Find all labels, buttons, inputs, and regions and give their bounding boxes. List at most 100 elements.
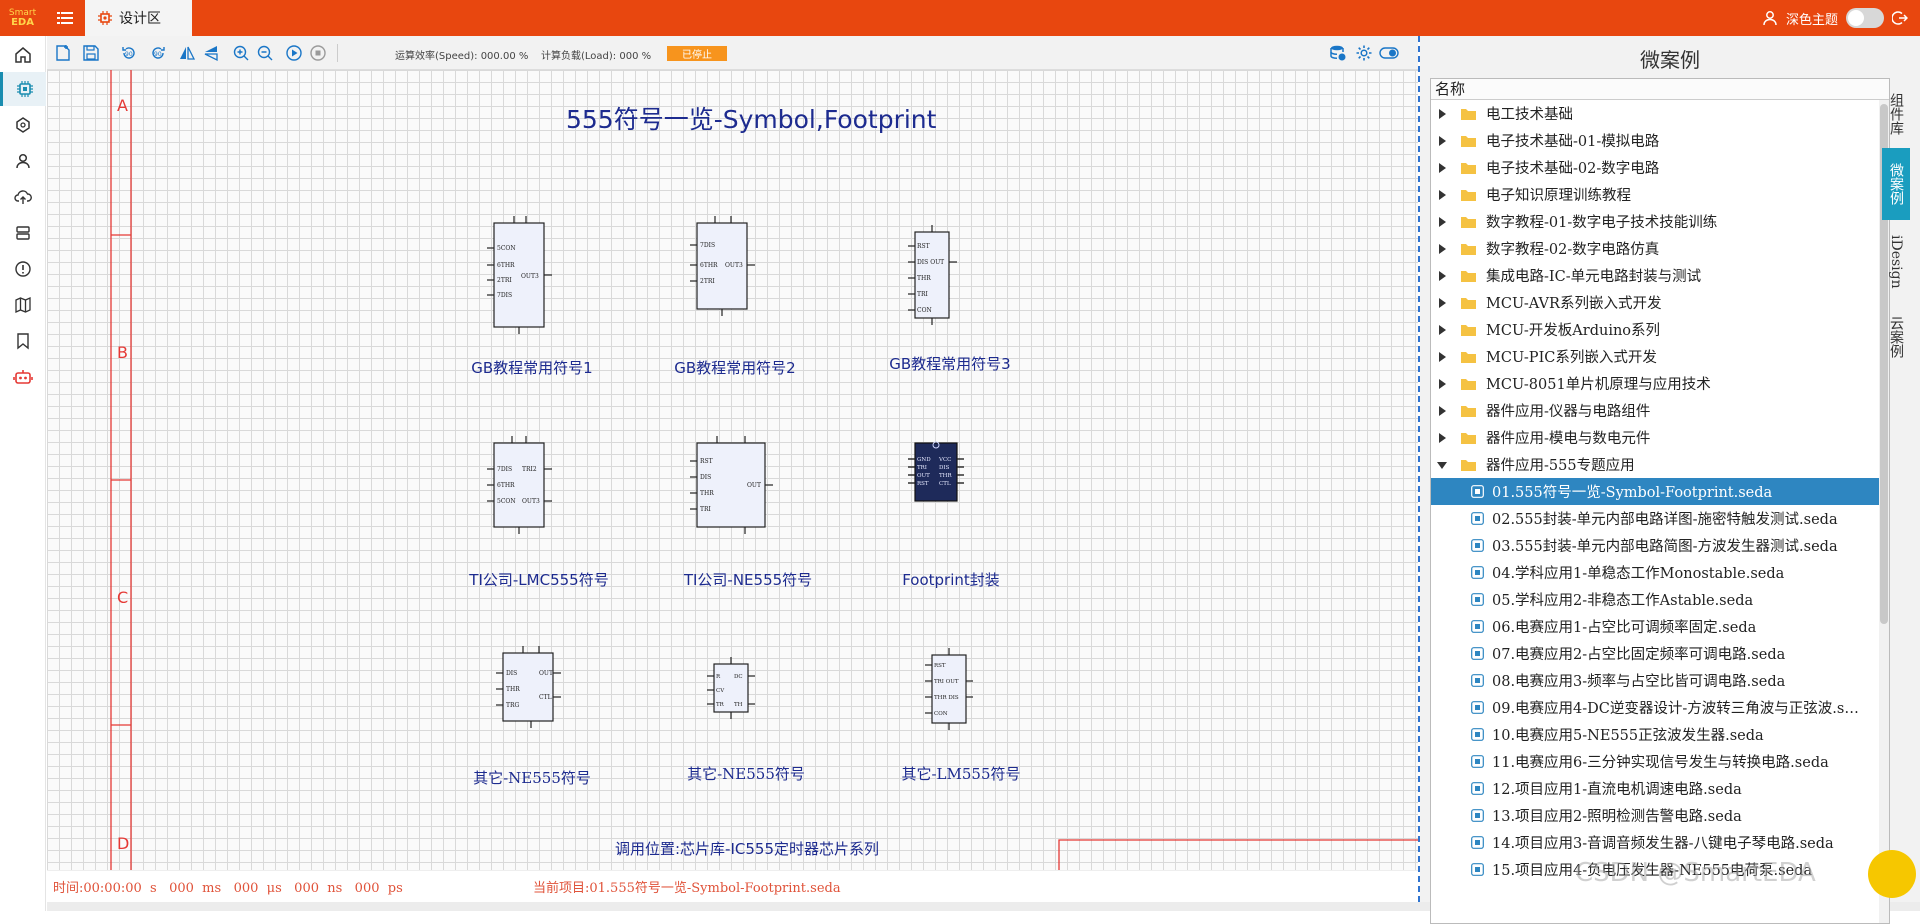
sidebar-item-info[interactable] [0,252,46,286]
chevron-right-icon[interactable] [1437,351,1447,362]
chevron-right-icon[interactable] [1437,270,1447,281]
flip-vertical-button[interactable] [201,43,221,63]
tree-file-selected[interactable]: 01.555符号一览-Symbol-Footprint.seda [1431,478,1889,505]
view-toggle-button[interactable] [1379,43,1399,63]
tree-file[interactable]: 02.555封装-单元内部电路详图-施密特触发测试.seda [1431,505,1889,532]
zoom-out-button[interactable] [255,43,275,63]
chip-symbol-gb2[interactable]: 7DIS 6THR 2TRI OUT3 [690,216,755,316]
database-button[interactable] [1328,43,1348,63]
tree-file[interactable]: 06.电赛应用1-占空比可调频率固定.seda [1431,613,1889,640]
tree-folder[interactable]: 集成电路-IC-单元电路封装与测试 [1431,262,1889,289]
chevron-right-icon[interactable] [1437,162,1447,173]
sidebar-item-robot[interactable] [0,360,46,394]
rotate-left-button[interactable]: 90 [119,43,139,63]
tree-file[interactable]: 08.电赛应用3-频率与占空比皆可调电路.seda [1431,667,1889,694]
tab-design-area[interactable]: 设计区 [85,0,192,36]
tree-folder[interactable]: MCU-PIC系列嵌入式开发 [1431,343,1889,370]
user-icon[interactable] [1762,10,1778,26]
tab-cloud-cases[interactable]: 云案例 [1882,304,1910,370]
svg-text:TRI: TRI [917,291,929,298]
tree-file-label: 12.项目应用1-直流电机调速电路.seda [1492,782,1742,798]
tree-file[interactable]: 03.555封装-单元内部电路简图-方波发生器测试.seda [1431,532,1889,559]
sidebar-item-design[interactable] [0,72,46,106]
tree-folder[interactable]: MCU-8051单片机原理与应用技术 [1431,370,1889,397]
run-icon [286,45,302,61]
tree-folder[interactable]: MCU-AVR系列嵌入式开发 [1431,289,1889,316]
tree-file[interactable]: 07.电赛应用2-占空比固定频率可调电路.seda [1431,640,1889,667]
tree-file-label: 03.555封装-单元内部电路简图-方波发生器测试.seda [1492,539,1838,555]
tree-file[interactable]: 11.电赛应用6-三分钟实现信号发生与转换电路.seda [1431,748,1889,775]
svg-text:6THR: 6THR [700,262,718,269]
tree-folder[interactable]: 电子技术基础-01-模拟电路 [1431,127,1889,154]
tree-folder[interactable]: 器件应用-模电与数电元件 [1431,424,1889,451]
tree-file[interactable]: 10.电赛应用5-NE555正弦波发生器.seda [1431,721,1889,748]
svg-text:OUT: OUT [747,482,761,489]
tree-folder-expanded[interactable]: 器件应用-555专题应用 [1431,451,1889,478]
chevron-right-icon[interactable] [1437,189,1447,200]
sidebar-item-upload[interactable] [0,180,46,214]
tree-file[interactable]: 13.项目应用2-照明检测告警电路.seda [1431,802,1889,829]
schematic-canvas[interactable]: 5CON 6THR 2TRI 7DIS OUT3 7DIS 6THR 2TRI OUT3 RS… [47,70,1418,870]
tree-folder[interactable]: 器件应用-仪器与电路组件 [1431,397,1889,424]
chevron-right-icon[interactable] [1437,216,1447,227]
chevron-right-icon[interactable] [1437,243,1447,254]
svg-text:OUT: OUT [917,473,930,479]
chip-icon [97,10,113,26]
tab-micro-cases[interactable]: 微案例 [1882,148,1910,220]
load-readout: 计算负载(Load): 000 % [541,51,652,62]
chip-symbol-gb3[interactable]: RST DIS OUT THR TRI CON [908,225,957,325]
chip-footprint-package[interactable]: GND TRI OUT RST VCC DIS THR CTL [908,441,964,502]
flip-horizontal-button[interactable] [177,43,197,63]
chip-symbol-ti-ne555[interactable]: RST DIS THR TRI OUT [690,436,773,534]
rotate-right-button[interactable]: 90 [148,43,168,63]
chevron-right-icon[interactable] [1437,297,1447,308]
settings-button[interactable] [1354,43,1374,63]
logout-icon[interactable] [1892,10,1908,26]
tree-folder[interactable]: MCU-开发板Arduino系列 [1431,316,1889,343]
tree-column-header[interactable]: 名称 [1431,79,1889,100]
app-logo[interactable]: Smart EDA [0,0,45,36]
tree-file[interactable]: 09.电赛应用4-DC逆变器设计-方波转三角波与正弦波.seda [1431,694,1889,721]
chevron-right-icon[interactable] [1437,405,1447,416]
sidebar-item-user[interactable] [0,144,46,178]
tree-folder[interactable]: 电子技术基础-02-数字电路 [1431,154,1889,181]
sidebar-item-home[interactable] [0,38,46,72]
tree-file[interactable]: 12.项目应用1-直流电机调速电路.seda [1431,775,1889,802]
tab-idesign[interactable]: iDesign [1882,222,1910,302]
save-button[interactable] [81,43,101,63]
zoom-in-button[interactable] [231,43,251,63]
new-file-button[interactable] [53,43,73,63]
tab-component-library[interactable]: 组件库 [1882,82,1910,146]
tree-file[interactable]: 05.学科应用2-非稳态工作Astable.seda [1431,586,1889,613]
chevron-right-icon[interactable] [1437,378,1447,389]
help-floating-button[interactable] [1868,850,1916,898]
tree-folder[interactable]: 电子知识原理训练教程 [1431,181,1889,208]
tree-file[interactable]: 04.学科应用1-单稳态工作Monostable.seda [1431,559,1889,586]
tree-folder[interactable]: 数字教程-01-数字电子技术技能训练 [1431,208,1889,235]
sidebar-item-map[interactable] [0,288,46,322]
chevron-right-icon[interactable] [1437,135,1447,146]
tree-folder-label: MCU-AVR系列嵌入式开发 [1486,296,1662,312]
chip-symbol-other-ne555-b[interactable]: RCVTRDCTH [707,657,755,719]
chevron-down-icon[interactable] [1437,460,1447,470]
tree-file-label: 10.电赛应用5-NE555正弦波发生器.seda [1492,728,1764,744]
chip-symbol-gb1[interactable]: 5CON 6THR 2TRI 7DIS OUT3 [487,216,552,334]
sidebar-item-components[interactable] [0,108,46,142]
chevron-right-icon[interactable] [1437,108,1447,119]
tree-folder[interactable]: 数字教程-02-数字电路仿真 [1431,235,1889,262]
stop-button[interactable] [308,43,328,63]
dark-theme-toggle[interactable] [1846,8,1884,28]
sidebar-item-bookmark[interactable] [0,324,46,358]
chevron-right-icon[interactable] [1437,432,1447,443]
sidebar-item-server[interactable] [0,216,46,250]
chevron-right-icon[interactable] [1437,324,1447,335]
chip-symbol-ti-lmc555[interactable]: 7DIS 6THR 5CON TRI2 OUT3 [487,436,552,534]
library-location-note: 调用位置:芯片库-IC555定时器芯片系列 [615,840,879,858]
tree-file[interactable]: 14.项目应用3-音调音频发生器-八键电子琴电路.seda [1431,829,1889,856]
chip-symbol-other-ne555-a[interactable]: DIS THR TRG OUT CTL [496,646,561,728]
run-button[interactable] [284,43,304,63]
chip-symbol-other-lm555[interactable]: RST TRI OUT THR DIS CON [925,648,973,730]
cloud-upload-icon [14,190,32,204]
menu-button[interactable] [45,0,85,36]
tree-folder[interactable]: 电工技术基础 [1431,100,1889,127]
